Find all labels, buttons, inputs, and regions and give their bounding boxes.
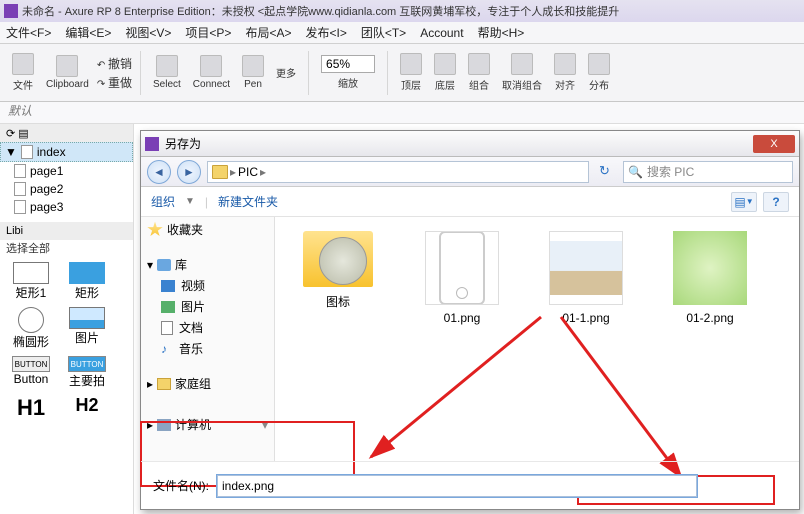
tb-select[interactable]: Select [149, 53, 185, 92]
page-index[interactable]: ▼index [0, 142, 133, 162]
sidebar-pictures[interactable]: 图片 [141, 296, 274, 317]
file-list[interactable]: 图标 01.png 01-1.png 01-2.png [275, 217, 799, 461]
file-01-2png[interactable]: 01-2.png [665, 231, 755, 325]
tb-distribute[interactable]: 分布 [584, 51, 614, 94]
shape-rect2[interactable]: 矩形 [62, 262, 112, 301]
sidebar-favorites[interactable]: 收藏夹 [141, 219, 274, 240]
organize-button[interactable]: 组织 [151, 193, 175, 210]
tb-group[interactable]: 组合 [464, 51, 494, 94]
menu-account[interactable]: Account [420, 26, 463, 40]
select-all[interactable]: 选择全部 [0, 240, 133, 256]
shape-ellipse[interactable]: 椭圆形 [6, 307, 56, 350]
tb-bottom[interactable]: 底层 [430, 51, 460, 94]
toolbar: 文件 Clipboard ↶ 撤销 ↷ 重做 Select Connect Pe… [0, 44, 804, 102]
view-button[interactable]: ▤▼ [731, 192, 757, 212]
menu-team[interactable]: 团队<T> [361, 24, 406, 41]
shape-h2[interactable]: H2 [62, 395, 112, 421]
folder-icon [212, 165, 228, 179]
menu-edit[interactable]: 编辑<E> [65, 24, 111, 41]
green-thumb-icon [673, 231, 747, 305]
filename-label: 文件名(N): [153, 477, 209, 494]
app-titlebar: 未命名 - Axure RP 8 Enterprise Edition：未授权 … [0, 0, 804, 22]
save-as-dialog: 另存为 X ◄ ► ▸ PIC ▸ ↻ 🔍 搜索 PIC 组织▼ | 新建文件夹… [140, 130, 800, 510]
dialog-sidebar: 收藏夹 ▾库 视频 图片 文档 ♪音乐 ▸家庭组 ▸计算机▾ [141, 217, 275, 461]
computer-icon [157, 419, 171, 431]
page-page2[interactable]: page2 [0, 180, 133, 198]
style-default[interactable]: 默认 [0, 104, 32, 118]
library-icon [157, 259, 171, 271]
menubar: 文件<F> 编辑<E> 视图<V> 项目<P> 布局<A> 发布<I> 团队<T… [0, 22, 804, 44]
tb-align[interactable]: 对齐 [550, 51, 580, 94]
nav-forward-button[interactable]: ► [177, 160, 201, 184]
sidebar-music[interactable]: ♪音乐 [141, 338, 274, 359]
phone-thumb-icon [439, 231, 485, 305]
file-01-1png[interactable]: 01-1.png [541, 231, 631, 325]
shape-image[interactable]: 图片 [62, 307, 112, 350]
shape-h1[interactable]: H1 [6, 395, 56, 421]
menu-publish[interactable]: 发布<I> [305, 24, 346, 41]
sidebar-library[interactable]: ▾库 [141, 254, 274, 275]
menu-view[interactable]: 视图<V> [125, 24, 171, 41]
crumb-folder: PIC [238, 165, 258, 179]
tb-connect[interactable]: Connect [189, 53, 234, 92]
star-icon [147, 222, 163, 238]
format-bar: 默认 [0, 102, 804, 124]
picture-icon [161, 301, 175, 313]
shape-button[interactable]: BUTTONButton [6, 356, 56, 389]
tb-zoom[interactable]: 65% 缩放 [317, 53, 379, 92]
dialog-toolbar: 组织▼ | 新建文件夹 ▤▼ ? [141, 187, 799, 217]
breadcrumb[interactable]: ▸ PIC ▸ [207, 161, 589, 183]
tb-file[interactable]: 文件 [8, 51, 38, 94]
help-button[interactable]: ? [763, 192, 789, 212]
page-page3[interactable]: page3 [0, 198, 133, 216]
homegroup-icon [157, 378, 171, 390]
menu-help[interactable]: 帮助<H> [478, 24, 525, 41]
tb-top[interactable]: 顶层 [396, 51, 426, 94]
shape-rect1[interactable]: 矩形1 [6, 262, 56, 301]
refresh-icon[interactable]: ↻ [599, 163, 617, 181]
sidebar-video[interactable]: 视频 [141, 275, 274, 296]
app-title: 未命名 - Axure RP 8 Enterprise Edition：未授权 … [22, 3, 619, 19]
sidebar-computer[interactable]: ▸计算机▾ [141, 414, 274, 435]
page-page1[interactable]: page1 [0, 162, 133, 180]
undo-button[interactable]: ↶ 撤销 [97, 55, 132, 72]
document-icon [161, 321, 173, 335]
new-folder-button[interactable]: 新建文件夹 [218, 193, 278, 210]
dialog-navbar: ◄ ► ▸ PIC ▸ ↻ 🔍 搜索 PIC [141, 157, 799, 187]
left-pane: ⟳ ▤ ▼index page1 page2 page3 Libi 选择全部 矩… [0, 124, 134, 514]
shape-main[interactable]: BUTTON主要拍 [62, 356, 112, 389]
tb-clipboard[interactable]: Clipboard [42, 53, 93, 92]
pages-header: ⟳ ▤ [0, 124, 133, 142]
redo-button[interactable]: ↷ 重做 [97, 74, 132, 91]
tb-pen[interactable]: Pen [238, 53, 268, 92]
music-icon: ♪ [161, 342, 173, 356]
dialog-footer: 文件名(N): [141, 461, 799, 509]
menu-file[interactable]: 文件<F> [6, 24, 51, 41]
sidebar-homegroup[interactable]: ▸家庭组 [141, 373, 274, 394]
file-folder-icons[interactable]: 图标 [293, 231, 383, 310]
dialog-titlebar[interactable]: 另存为 X [141, 131, 799, 157]
video-icon [161, 280, 175, 292]
nav-back-button[interactable]: ◄ [147, 160, 171, 184]
dialog-title: 另存为 [165, 135, 753, 152]
menu-layout[interactable]: 布局<A> [245, 24, 291, 41]
filename-input[interactable] [217, 475, 697, 497]
lib-header: Libi [0, 222, 133, 240]
app-logo-icon [4, 4, 18, 18]
zoom-value: 65% [321, 55, 375, 73]
folder-icon [303, 231, 373, 287]
close-button[interactable]: X [753, 135, 795, 153]
sidebar-documents[interactable]: 文档 [141, 317, 274, 338]
file-01png[interactable]: 01.png [417, 231, 507, 325]
tb-ungroup[interactable]: 取消组合 [498, 51, 546, 94]
tb-more[interactable]: 更多 [272, 63, 300, 82]
landscape-thumb-icon [550, 241, 622, 295]
menu-project[interactable]: 项目<P> [185, 24, 231, 41]
search-input[interactable]: 🔍 搜索 PIC [623, 161, 793, 183]
dialog-logo-icon [145, 137, 159, 151]
